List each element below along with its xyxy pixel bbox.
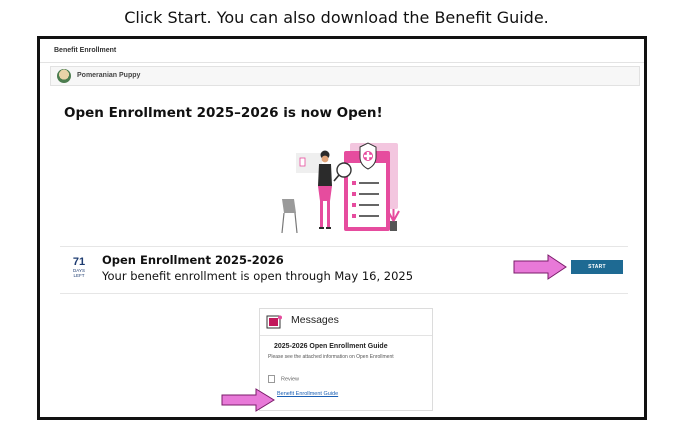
messages-header: Messages	[260, 309, 432, 336]
user-bar: Pomeranian Puppy	[50, 66, 640, 86]
app-title: Benefit Enrollment	[40, 39, 644, 63]
enrollment-subtitle: Your benefit enrollment is open through …	[102, 269, 414, 283]
review-label: Review	[281, 376, 300, 383]
messages-title: Messages	[291, 314, 339, 326]
guide-title: 2025-2026 Open Enrollment Guide	[274, 343, 388, 350]
app-window: Benefit Enrollment Pomeranian Puppy Open…	[37, 36, 647, 420]
divider	[60, 246, 628, 247]
enrollment-title: Open Enrollment 2025-2026	[102, 253, 284, 267]
review-item: Review	[268, 375, 299, 383]
guide-description: Please see the attached information on O…	[268, 354, 394, 360]
instruction-caption: Click Start. You can also download the B…	[124, 8, 549, 27]
days-left-label: LEFT	[73, 273, 85, 278]
avatar	[57, 69, 71, 83]
messages-card: Messages 2025-2026 Open Enrollment Guide…	[259, 308, 433, 411]
days-left-count: 71	[72, 256, 86, 268]
user-name: Pomeranian Puppy	[77, 72, 141, 79]
start-button[interactable]: START	[571, 260, 623, 274]
divider	[60, 293, 628, 294]
arrow-right-icon	[513, 254, 567, 280]
page-headline: Open Enrollment 2025–2026 is now Open!	[64, 105, 383, 121]
messages-icon	[266, 315, 282, 329]
hero-illustration	[280, 141, 408, 237]
days-left-badge: 71 DAYS LEFT	[68, 256, 90, 279]
document-icon	[268, 375, 275, 383]
benefit-guide-link[interactable]: Benefit Enrollment Guide	[277, 391, 338, 397]
arrow-right-icon	[221, 388, 275, 412]
